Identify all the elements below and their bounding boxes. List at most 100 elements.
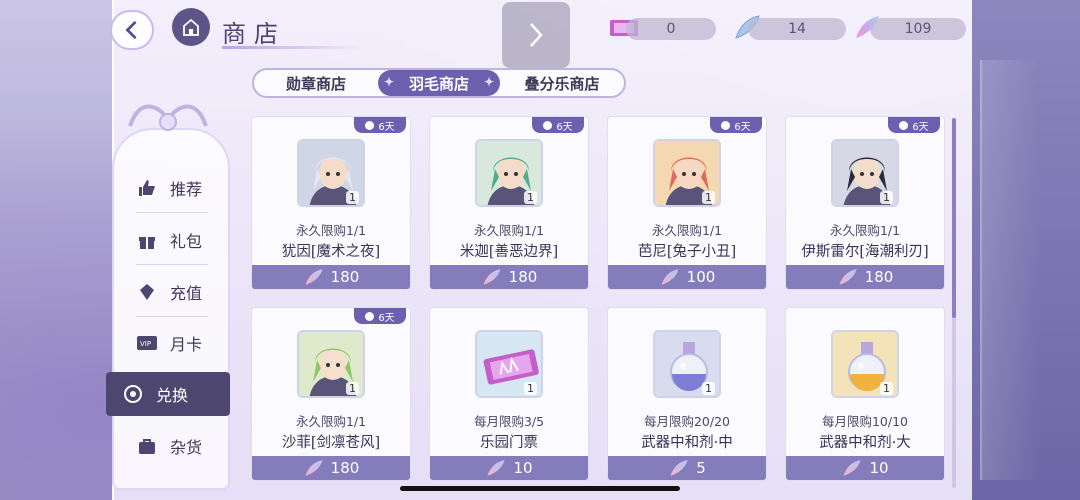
purchase-limit: 永久限购1/1 xyxy=(651,223,723,238)
item-name: 犹因[魔术之夜] xyxy=(281,244,381,260)
clock-icon xyxy=(899,120,909,130)
price-button[interactable]: 10 xyxy=(786,456,944,480)
shop-item-card[interactable]: 1 每月限购10/10 武器中和剂·大 10 xyxy=(785,307,945,481)
badge-text: 6天 xyxy=(556,121,573,133)
item-image: 1 xyxy=(653,330,721,398)
divider xyxy=(136,264,208,265)
divider xyxy=(136,212,208,213)
price-value: 180 xyxy=(330,459,360,477)
price-value: 5 xyxy=(696,459,706,477)
price-value: 100 xyxy=(686,268,716,286)
feather-icon xyxy=(661,269,679,285)
price-button[interactable]: 180 xyxy=(252,456,410,480)
price-value: 10 xyxy=(513,459,533,477)
item-image: 1 xyxy=(831,139,899,207)
tab-feather-shop[interactable]: 羽毛商店 xyxy=(378,70,500,96)
feather-icon xyxy=(670,460,688,476)
ticket-count: 0 xyxy=(626,18,716,40)
item-quantity: 1 xyxy=(346,191,359,204)
price-button[interactable]: 180 xyxy=(786,265,944,289)
badge-text: 6天 xyxy=(912,121,929,133)
price-value: 180 xyxy=(864,268,894,286)
tab-medal-shop[interactable]: 勋章商店 xyxy=(254,70,378,96)
sidebar-item-exchange[interactable]: 兑换 xyxy=(106,372,230,416)
back-button[interactable] xyxy=(110,10,154,50)
badge-text: 6天 xyxy=(734,121,751,133)
sidebar-item-monthly-card[interactable]: VIP 月卡 xyxy=(120,323,224,363)
sidebar-item-recharge[interactable]: 充值 xyxy=(120,272,224,312)
item-name: 沙菲[剑凛苍风] xyxy=(281,435,381,451)
scrollbar[interactable] xyxy=(952,118,956,488)
exchange-icon xyxy=(122,383,144,405)
shop-item-card[interactable]: 6天 1 永久限购1/1 沙菲[剑凛苍风] 180 xyxy=(251,307,411,481)
price-button[interactable]: 10 xyxy=(430,456,588,480)
purchase-limit: 每月限购10/10 xyxy=(821,414,909,429)
item-image: 1 xyxy=(297,139,365,207)
next-page-button[interactable] xyxy=(502,2,570,68)
sidebar-item-label: 礼包 xyxy=(170,232,203,251)
item-name: 米迦[善恶边界] xyxy=(459,244,559,260)
sidebar-item-misc[interactable]: 杂货 xyxy=(120,426,224,466)
price-button[interactable]: 100 xyxy=(608,265,766,289)
purchase-limit: 永久限购1/1 xyxy=(295,414,367,429)
price-value: 180 xyxy=(330,268,360,286)
crystal-icon xyxy=(136,281,158,303)
sidebar-item-recommend[interactable]: 推荐 xyxy=(120,168,224,208)
sidebar-item-gift[interactable]: 礼包 xyxy=(120,220,224,260)
item-name: 武器中和剂·中 xyxy=(641,435,733,451)
vip-card-icon: VIP xyxy=(136,332,158,354)
shop-tabs: 勋章商店 羽毛商店 叠分乐商店 xyxy=(252,68,626,98)
time-limit-badge: 6天 xyxy=(888,117,940,133)
ribbon-knot-decoration xyxy=(128,104,208,131)
item-name: 芭尼[兔子小丑] xyxy=(637,244,737,260)
rainbow-feather-count: 109 xyxy=(870,18,966,40)
feather-icon xyxy=(487,460,506,476)
thumbs-up-icon xyxy=(136,177,158,199)
shop-item-card[interactable]: 1 每月限购3/5 乐园门票 10 xyxy=(429,307,589,481)
shop-item-card[interactable]: 6天 1 永久限购1/1 芭尼[兔子小丑] 100 xyxy=(607,116,767,290)
clock-icon xyxy=(365,120,375,130)
item-quantity: 1 xyxy=(880,382,893,395)
item-quantity: 1 xyxy=(702,191,715,204)
blue-feather-count: 14 xyxy=(748,18,846,40)
back-arrow-icon xyxy=(125,21,137,39)
badge-text: 6天 xyxy=(378,121,395,133)
item-name: 乐园门票 xyxy=(480,435,538,451)
clock-icon xyxy=(365,311,375,321)
price-value: 180 xyxy=(508,268,538,286)
time-limit-badge: 6天 xyxy=(710,117,762,133)
item-image: 1 xyxy=(831,330,899,398)
price-button[interactable]: 180 xyxy=(252,265,410,289)
chevron-right-icon xyxy=(530,23,543,47)
shop-item-card[interactable]: 6天 1 永久限购1/1 犹因[魔术之夜] 180 xyxy=(251,116,411,290)
sidebar-item-label: 月卡 xyxy=(170,335,203,354)
home-button[interactable] xyxy=(172,8,210,46)
purchase-limit: 每月限购3/5 xyxy=(473,414,545,429)
item-quantity: 1 xyxy=(346,382,359,395)
item-quantity: 1 xyxy=(880,191,893,204)
sidebar-item-label: 充值 xyxy=(170,284,203,303)
shop-item-card[interactable]: 1 每月限购20/20 武器中和剂·中 5 xyxy=(607,307,767,481)
tab-stack-shop[interactable]: 叠分乐商店 xyxy=(500,70,624,96)
item-image: 1 xyxy=(297,330,365,398)
item-image: 1 xyxy=(475,330,543,398)
item-name: 伊斯雷尔[海潮利刃] xyxy=(801,244,929,260)
item-quantity: 1 xyxy=(524,191,537,204)
shop-item-card[interactable]: 6天 1 永久限购1/1 米迦[善恶边界] 180 xyxy=(429,116,589,290)
item-quantity: 1 xyxy=(524,382,537,395)
price-button[interactable]: 180 xyxy=(430,265,588,289)
price-button[interactable]: 5 xyxy=(608,456,766,480)
purchase-limit: 每月限购20/20 xyxy=(643,414,731,429)
divider xyxy=(136,316,208,317)
right-decoration xyxy=(972,0,1080,500)
castle-icon xyxy=(183,18,199,36)
gift-icon xyxy=(136,229,158,251)
item-image: 1 xyxy=(475,139,543,207)
shop-item-card[interactable]: 6天 1 永久限购1/1 伊斯雷尔[海潮利刃] 180 xyxy=(785,116,945,290)
time-limit-badge: 6天 xyxy=(354,117,406,133)
sidebar-item-label: 推荐 xyxy=(170,180,203,199)
title-underline xyxy=(222,46,362,49)
sidebar-item-label: 杂货 xyxy=(170,438,203,457)
sidebar-item-label: 兑换 xyxy=(156,386,189,405)
time-limit-badge: 6天 xyxy=(532,117,584,133)
